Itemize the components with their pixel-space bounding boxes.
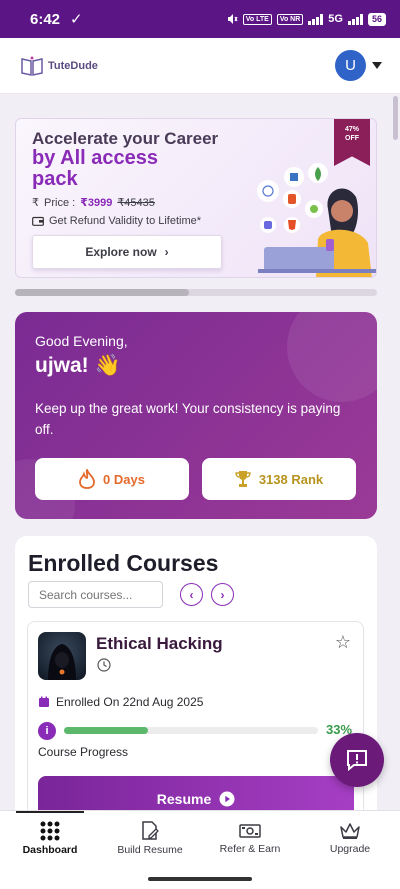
greeting-name: ujwa! 👋	[35, 354, 121, 377]
greeting-message: Keep up the great work! Your consistency…	[35, 401, 341, 437]
course-progress-label: Course Progress	[38, 745, 129, 759]
tab-build-resume[interactable]: Build Resume	[100, 811, 200, 866]
signal-icon	[308, 13, 324, 25]
wallet-icon	[32, 216, 44, 226]
crown-icon	[340, 823, 360, 839]
sim1-badge: Vo LTE	[242, 13, 272, 25]
explore-label: Explore now	[85, 245, 157, 259]
gesture-bar	[0, 866, 400, 889]
book-logo-icon	[21, 56, 43, 76]
clock-icon	[97, 658, 111, 672]
favorite-star-icon[interactable]: ☆	[335, 632, 351, 653]
prev-course-button[interactable]: ‹	[180, 583, 203, 606]
signal-icon-2	[347, 13, 363, 25]
chevron-right-icon: ›	[220, 587, 225, 602]
explore-now-button[interactable]: Explore now ›	[32, 235, 222, 269]
tab-label: Refer & Earn	[219, 843, 281, 855]
status-bar: 6:42 ✓ Vo LTE Vo NR 5G 56	[0, 0, 400, 38]
status-icons: Vo LTE Vo NR 5G 56	[226, 12, 386, 26]
app-header: TuteDude U	[0, 38, 400, 94]
search-courses-input[interactable]	[28, 581, 163, 608]
tab-dashboard[interactable]: Dashboard	[0, 811, 100, 866]
resume-icon	[142, 821, 159, 840]
promo-banner[interactable]: Accelerate your Career by All access pac…	[15, 118, 377, 278]
discount-pct: 47%	[344, 126, 359, 133]
enrollment-date: Enrolled On 22nd Aug 2025	[38, 695, 203, 709]
promo-subheadline: by All access pack	[32, 147, 159, 190]
course-title[interactable]: Ethical Hacking	[96, 634, 223, 654]
course-thumbnail	[38, 632, 86, 680]
tab-upgrade[interactable]: Upgrade	[300, 811, 400, 866]
feedback-icon	[347, 750, 367, 772]
info-icon[interactable]: i	[38, 722, 56, 740]
price-label: Price :	[44, 196, 76, 209]
rank-card[interactable]: 3138 Rank	[202, 458, 356, 500]
logo-text: TuteDude	[48, 59, 98, 72]
enrolled-courses-section: Enrolled Courses ‹ › Ethical Hacking ☆ E…	[15, 536, 377, 836]
gesture-handle[interactable]	[148, 877, 252, 881]
price-now: ₹3999	[80, 197, 113, 209]
battery-icon: 56	[367, 12, 386, 26]
flame-icon	[79, 469, 95, 489]
section-title: Enrolled Courses	[28, 550, 219, 576]
sim2-badge: Vo NR	[276, 13, 304, 25]
streak-days-card[interactable]: 0 Days	[35, 458, 189, 500]
play-circle-icon	[219, 791, 235, 807]
page-scrollbar[interactable]	[393, 96, 398, 140]
promo-illustration	[257, 163, 376, 277]
tab-label: Build Resume	[117, 844, 183, 856]
profile-menu[interactable]: U	[335, 50, 382, 81]
next-course-button[interactable]: ›	[211, 583, 234, 606]
greeting-salutation: Good Evening,	[35, 333, 128, 349]
chevron-left-icon: ‹	[189, 587, 194, 602]
tab-refer-earn[interactable]: Refer & Earn	[200, 811, 300, 866]
status-time: 6:42	[30, 10, 61, 28]
tab-label: Upgrade	[329, 843, 371, 855]
feedback-fab[interactable]	[330, 733, 384, 787]
promo-price: ₹ Price : ₹3999 ₹45435	[32, 196, 155, 210]
refund-text: Get Refund Validity to Lifetime*	[49, 215, 202, 227]
hacker-icon	[48, 644, 76, 680]
mute-icon	[227, 14, 238, 24]
greeting-card: Good Evening, ujwa! 👋 Keep up the great …	[15, 312, 377, 519]
calendar-icon	[39, 696, 49, 707]
course-card[interactable]: Ethical Hacking ☆ Enrolled On 22nd Aug 2…	[27, 621, 364, 836]
chevron-right-icon: ›	[164, 245, 169, 259]
rank-value: 3138 Rank	[258, 471, 324, 487]
rupee-icon: ₹	[32, 197, 39, 209]
course-progress-bar	[64, 727, 148, 734]
network-type: 5G	[328, 13, 343, 25]
price-old: ₹45435	[117, 197, 155, 209]
bottom-nav: Dashboard Build Resume Refer & Earn Upgr…	[0, 810, 400, 866]
streak-days: 0 Days	[103, 471, 145, 487]
tab-label: Dashboard	[22, 844, 78, 856]
chevron-down-icon[interactable]	[372, 62, 382, 69]
trophy-icon	[235, 471, 251, 487]
grid-icon	[40, 821, 60, 841]
decorative-circle	[287, 312, 377, 402]
avatar[interactable]: U	[335, 50, 366, 81]
carousel-indicator[interactable]	[15, 289, 189, 296]
resume-label: Resume	[156, 791, 212, 807]
enrollment-date-text: Enrolled On 22nd Aug 2025	[56, 695, 204, 709]
logo[interactable]: TuteDude	[20, 55, 98, 77]
check-icon: ✓	[70, 11, 83, 28]
promo-refund: Get Refund Validity to Lifetime*	[32, 215, 201, 227]
promo-headline: Accelerate your Career	[32, 129, 219, 148]
money-icon	[239, 824, 261, 838]
